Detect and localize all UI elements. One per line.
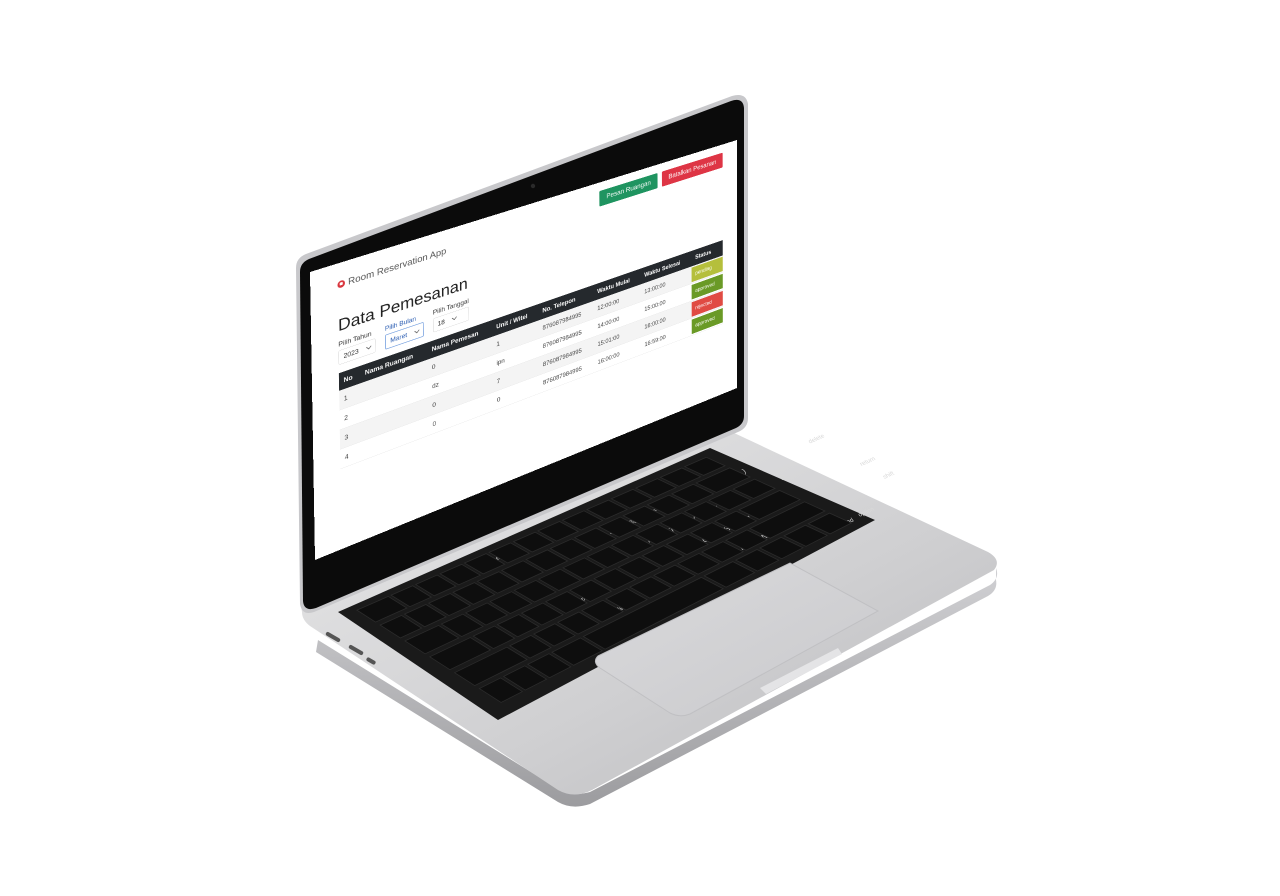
filter-tanggal: Pilih Tanggal 18 [433, 297, 470, 333]
app-logo-icon [337, 279, 346, 289]
tahun-value: 2023 [343, 347, 359, 360]
filter-bulan: Pilih Bulan Maret [385, 312, 424, 350]
key-label: return [859, 456, 877, 467]
chevron-down-icon [366, 344, 372, 350]
filter-tahun: Pilih Tahun 2023 [338, 329, 376, 366]
bulan-value: Maret [390, 331, 408, 344]
tanggal-value: 18 [437, 317, 445, 328]
product-mockup: esc!@#$%^&*()deletetabQWERTYUIOPcaps loc… [0, 0, 1280, 896]
webcam [530, 183, 536, 189]
laptop-mockup: esc!@#$%^&*()deletetabQWERTYUIOPcaps loc… [296, 95, 998, 807]
key-label: delete [808, 433, 827, 445]
chevron-down-icon [414, 328, 420, 334]
key-label: shift [882, 471, 896, 480]
chevron-down-icon [451, 315, 457, 321]
